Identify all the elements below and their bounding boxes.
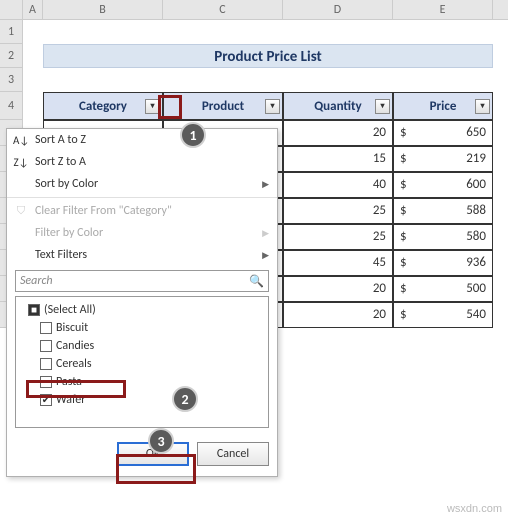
cell-price[interactable]: $500 (393, 276, 493, 302)
sort-az-icon: A↓ (13, 134, 29, 147)
cell-quantity[interactable]: 15 (283, 146, 393, 172)
chevron-right-icon: ▶ (262, 228, 269, 239)
menu-text-filters[interactable]: Text Filters ▶ (7, 244, 277, 266)
menu-sort-za-label: Sort Z to A (35, 155, 86, 169)
checkbox-partial-icon: ■ (28, 304, 40, 316)
header-price-label: Price (430, 99, 457, 114)
search-placeholder: Search (20, 274, 53, 288)
watermark: wsxdn.com (447, 503, 502, 515)
filter-btn-quantity[interactable]: ▾ (375, 99, 390, 114)
menu-filter-color-label: Filter by Color (35, 226, 103, 240)
row-header-4[interactable]: 4 (0, 92, 23, 120)
menu-clear-filter-label: Clear Filter From "Category" (35, 204, 172, 218)
filter-checklist[interactable]: ■ (Select All) Biscuit Candies Cereals Pasta ✔… (15, 296, 269, 428)
callout-3: 3 (148, 428, 174, 454)
header-quantity-label: Quantity (314, 99, 361, 114)
cell-quantity[interactable]: 40 (283, 172, 393, 198)
col-header-B[interactable]: B (43, 0, 163, 19)
menu-text-filters-label: Text Filters (35, 248, 87, 262)
header-category-label: Category (79, 99, 127, 114)
clear-filter-icon: ⛉ (13, 204, 29, 218)
callout-2: 2 (172, 386, 198, 412)
filter-option[interactable]: Cereals (20, 355, 264, 373)
cell-price[interactable]: $600 (393, 172, 493, 198)
cancel-button[interactable]: Cancel (197, 442, 269, 466)
header-product[interactable]: Product ▾ (163, 92, 283, 120)
filter-dropdown: A↓ Sort A to Z Z↓ Sort Z to A Sort by Co… (6, 128, 278, 477)
cell-price[interactable]: $588 (393, 198, 493, 224)
filter-option-label: Pasta (56, 375, 82, 389)
checkbox-empty-icon (40, 376, 52, 388)
row-header-3[interactable]: 3 (0, 68, 23, 92)
cell-quantity[interactable]: 45 (283, 250, 393, 276)
menu-sort-color-label: Sort by Color (35, 177, 98, 191)
header-quantity[interactable]: Quantity ▾ (283, 92, 393, 120)
header-product-label: Product (202, 99, 244, 114)
col-header-A[interactable]: A (23, 0, 43, 19)
menu-sort-az-label: Sort A to Z (35, 133, 86, 147)
cell-price[interactable]: $580 (393, 224, 493, 250)
column-header-row: A B C D E (0, 0, 508, 20)
cell-price[interactable]: $936 (393, 250, 493, 276)
menu-filter-color: Filter by Color ▶ (7, 222, 277, 244)
menu-sort-color[interactable]: Sort by Color ▶ (7, 173, 277, 195)
cell-quantity[interactable]: 20 (283, 302, 393, 328)
menu-separator (7, 197, 277, 198)
cell-quantity[interactable]: 20 (283, 120, 393, 146)
col-header-C[interactable]: C (163, 0, 283, 19)
checkbox-empty-icon (40, 322, 52, 334)
col-header-D[interactable]: D (283, 0, 393, 19)
cell-price[interactable]: $650 (393, 120, 493, 146)
filter-option[interactable]: Biscuit (20, 319, 264, 337)
cell-price[interactable]: $540 (393, 302, 493, 328)
select-all-corner[interactable] (0, 0, 23, 19)
row-header-1[interactable]: 1 (0, 20, 23, 44)
menu-sort-za[interactable]: Z↓ Sort Z to A (7, 151, 277, 173)
filter-option-label: Biscuit (56, 321, 88, 335)
cell-quantity[interactable]: 20 (283, 276, 393, 302)
title-cell: Product Price List (43, 44, 493, 68)
filter-option-label: Wafer (56, 393, 85, 407)
cell-quantity[interactable]: 25 (283, 224, 393, 250)
filter-btn-price[interactable]: ▾ (475, 99, 490, 114)
sort-za-icon: Z↓ (13, 156, 29, 169)
filter-option[interactable]: ■ (Select All) (20, 301, 264, 319)
menu-sort-az[interactable]: A↓ Sort A to Z (7, 129, 277, 151)
filter-btn-product[interactable]: ▾ (265, 99, 280, 114)
filter-option[interactable]: Pasta (20, 373, 264, 391)
search-icon: 🔍 (249, 274, 264, 289)
callout-1: 1 (180, 122, 206, 148)
col-header-E[interactable]: E (393, 0, 493, 19)
menu-clear-filter: ⛉ Clear Filter From "Category" (7, 200, 277, 222)
chevron-right-icon: ▶ (262, 250, 269, 261)
filter-option[interactable]: Candies (20, 337, 264, 355)
filter-btn-category[interactable]: ▾ (145, 99, 160, 114)
filter-option-label: Cereals (56, 357, 92, 371)
header-price[interactable]: Price ▾ (393, 92, 493, 120)
checkbox-checked-icon: ✔ (40, 394, 52, 406)
filter-search-input[interactable]: Search 🔍 (15, 270, 269, 292)
filter-option-label: Candies (56, 339, 94, 353)
cell-price[interactable]: $219 (393, 146, 493, 172)
filter-option[interactable]: ✔ Wafer (20, 391, 264, 409)
filter-option-label: (Select All) (44, 303, 96, 317)
checkbox-empty-icon (40, 340, 52, 352)
row-header-2[interactable]: 2 (0, 44, 23, 68)
checkbox-empty-icon (40, 358, 52, 370)
cell-quantity[interactable]: 25 (283, 198, 393, 224)
chevron-right-icon: ▶ (262, 179, 269, 190)
header-category[interactable]: Category ▾ (43, 92, 163, 120)
